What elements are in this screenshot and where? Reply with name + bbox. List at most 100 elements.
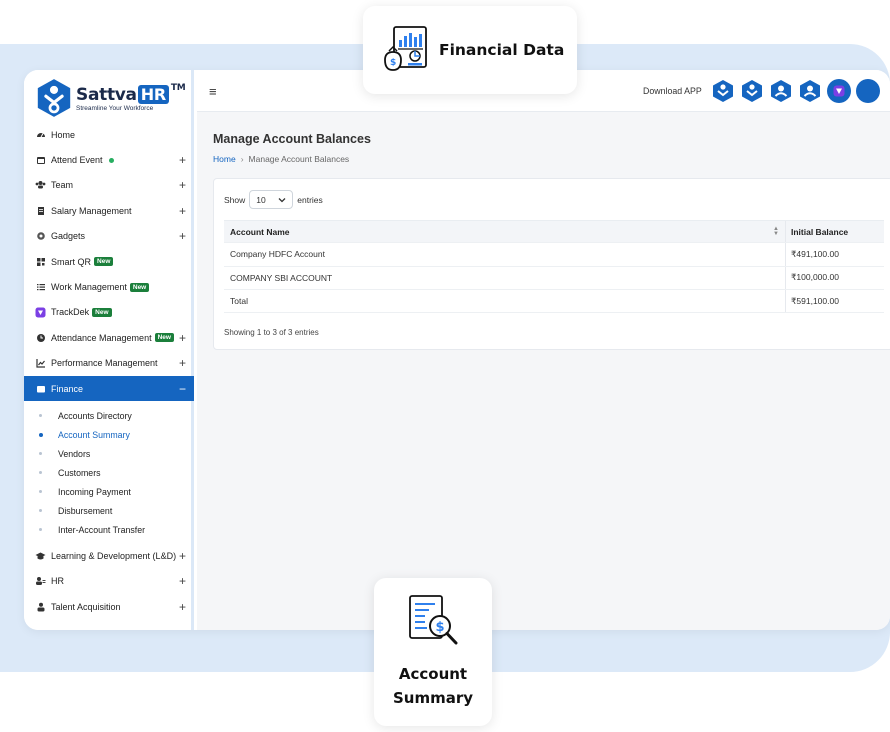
sidebar-item-label: Attendance Management — [51, 332, 152, 343]
user-avatar[interactable] — [856, 79, 880, 103]
expand-icon[interactable]: + — [179, 229, 186, 243]
expand-icon[interactable]: + — [179, 331, 186, 345]
submenu-item-incoming-payment[interactable]: Incoming Payment — [24, 482, 194, 501]
expand-icon[interactable]: + — [179, 204, 186, 218]
account-summary-callout: $ Account Summary — [374, 578, 492, 726]
menu-toggle-icon[interactable]: ≡ — [209, 84, 217, 99]
column-header-label: Account Name — [230, 226, 290, 237]
submenu-item-inter-account-transfer[interactable]: Inter-Account Transfer — [24, 520, 194, 539]
expand-icon[interactable]: + — [179, 549, 186, 563]
column-header-initial-balance[interactable]: Initial Balance — [786, 227, 884, 237]
sidebar-item-work-management[interactable]: Work Management New — [24, 274, 194, 299]
sidebar-item-label: Home — [51, 129, 76, 140]
table-row-total: Total ₹591,100.00 — [224, 289, 884, 314]
breadcrumb-home-link[interactable]: Home — [213, 154, 236, 164]
sidebar-item-trackdek[interactable]: TrackDek New — [24, 300, 194, 325]
sidebar-item-gadgets[interactable]: Gadgets + — [24, 224, 194, 249]
chevron-down-icon — [278, 197, 286, 202]
sidebar-item-label: Gadgets — [51, 231, 86, 242]
cell-account-name: Total — [224, 289, 786, 313]
sort-icon[interactable]: ▲ ▼ — [773, 226, 779, 237]
entries-select[interactable]: 10 — [249, 190, 294, 209]
expand-icon[interactable]: + — [179, 153, 186, 167]
sidebar-item-label: Attend Event — [51, 155, 103, 166]
cell-account-name: Company HDFC Account — [224, 243, 786, 266]
wallet-icon — [35, 383, 46, 394]
account-balances-table: Account Name ▲ ▼ Initial Balance Company … — [224, 220, 884, 314]
logo-hr: HR — [137, 85, 169, 104]
app-hex-user-icon-2[interactable] — [798, 79, 822, 103]
submenu-item-customers[interactable]: Customers — [24, 463, 194, 482]
entries-label: entries — [297, 194, 323, 205]
financial-data-label: Financial Data — [439, 41, 565, 59]
sidebar-item-label: Performance Management — [51, 358, 158, 369]
logo-trademark: TM — [170, 82, 186, 93]
sidebar-item-label: TrackDek — [51, 307, 90, 318]
clock-icon — [35, 332, 46, 343]
sidebar-nav: Home Attend Event + Team + Salary Manage… — [24, 122, 194, 619]
gadget-icon — [35, 231, 46, 242]
app-hex-icon-2[interactable] — [740, 79, 764, 103]
logo[interactable]: Sattva HR TM Streamline Your Workforce — [36, 76, 186, 120]
account-summary-label-line2: Summary — [392, 689, 474, 707]
sidebar-item-label: Work Management — [51, 282, 127, 293]
sidebar-item-learning-development[interactable]: Learning & Development (L&D) + — [24, 543, 194, 568]
chart-icon — [35, 358, 46, 369]
breadcrumb-current: Manage Account Balances — [248, 154, 350, 164]
sidebar-item-performance-management[interactable]: Performance Management + — [24, 351, 194, 376]
expand-icon[interactable]: + — [179, 574, 186, 588]
sidebar-item-hr[interactable]: HR + — [24, 569, 194, 594]
team-icon — [35, 180, 46, 191]
sidebar-item-talent-acquisition[interactable]: Talent Acquisition + — [24, 594, 194, 619]
sidebar-item-attend-event[interactable]: Attend Event + — [24, 147, 194, 172]
app-hex-user-icon-1[interactable] — [769, 79, 793, 103]
submenu-item-vendors[interactable]: Vendors — [24, 444, 194, 463]
cell-initial-balance: ₹100,000.00 — [791, 272, 839, 283]
collapse-icon[interactable]: − — [179, 382, 186, 396]
sidebar-item-label: Smart QR — [51, 256, 92, 267]
logo-tagline: Streamline Your Workforce — [76, 104, 154, 112]
financial-report-icon: $ — [384, 26, 427, 71]
expand-icon[interactable]: + — [179, 600, 186, 614]
app-hex-icon-1[interactable] — [711, 79, 735, 103]
expand-icon[interactable]: + — [179, 178, 186, 192]
sidebar-item-home[interactable]: Home — [24, 122, 194, 147]
new-badge: New — [94, 257, 114, 267]
page-title: Manage Account Balances — [213, 132, 371, 146]
cell-account-name: COMPANY SBI ACCOUNT — [224, 266, 786, 289]
table-row: COMPANY SBI ACCOUNT ₹100,000.00 — [224, 266, 884, 290]
svg-text:$: $ — [436, 620, 445, 635]
new-badge: New — [92, 307, 112, 317]
cell-initial-balance: ₹491,100.00 — [791, 248, 839, 259]
entries-select-value: 10 — [256, 194, 266, 205]
sidebar-item-label: Finance — [51, 383, 84, 394]
sidebar-item-finance[interactable]: Finance − — [24, 375, 194, 402]
download-app-link[interactable]: Download APP — [643, 86, 702, 96]
breadcrumb-separator: › — [240, 154, 244, 164]
sidebar-item-attendance-management[interactable]: Attendance Management New + — [24, 325, 194, 350]
status-dot — [108, 157, 114, 163]
expand-icon[interactable]: + — [179, 356, 186, 370]
sidebar-item-label: HR — [51, 576, 64, 587]
sidebar-item-team[interactable]: Team + — [24, 173, 194, 198]
column-header-account-name[interactable]: Account Name ▲ ▼ — [224, 221, 786, 243]
sidebar-item-smart-qr[interactable]: Smart QR New — [24, 249, 194, 274]
new-badge: New — [129, 282, 150, 292]
submenu-item-accounts-directory[interactable]: Accounts Directory — [24, 406, 194, 425]
submenu-item-disbursement[interactable]: Disbursement — [24, 501, 194, 520]
cell-initial-balance: ₹591,100.00 — [791, 295, 839, 306]
logo-name: Sattva — [76, 84, 137, 105]
logo-icon — [37, 79, 71, 117]
sidebar-item-salary-management[interactable]: Salary Management + — [24, 198, 194, 223]
new-badge: New — [154, 333, 174, 343]
account-summary-label-line1: Account — [398, 665, 468, 683]
dashboard-icon — [35, 129, 46, 140]
breadcrumb: Home › Manage Account Balances — [213, 154, 349, 164]
document-search-icon: $ — [409, 595, 458, 645]
account-summary-label: Account Summary — [374, 662, 492, 710]
trackdek-avatar-icon[interactable] — [827, 79, 851, 103]
submenu-item-account-summary[interactable]: Account Summary — [24, 425, 194, 444]
list-icon — [35, 282, 46, 293]
finance-submenu: Accounts Directory Account Summary Vendo… — [24, 401, 194, 543]
svg-text:$: $ — [390, 58, 396, 68]
